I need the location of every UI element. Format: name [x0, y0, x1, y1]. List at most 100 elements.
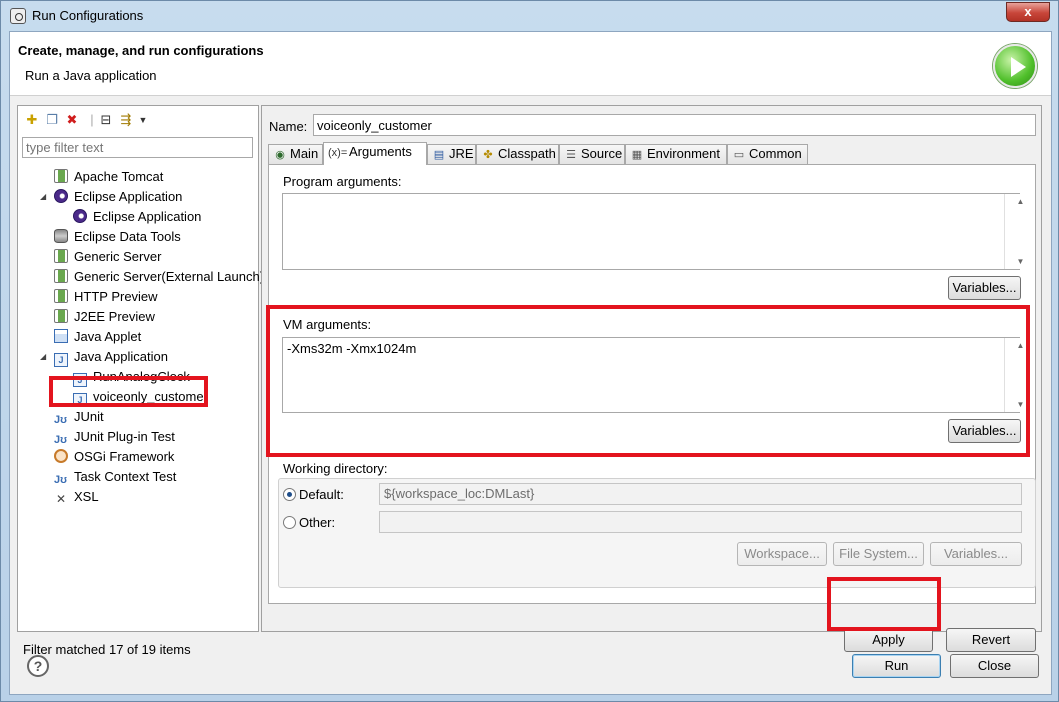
- tab-label: Environment: [647, 146, 720, 161]
- tree-item[interactable]: OSGi Framework: [54, 447, 174, 467]
- program-arguments-label: Program arguments:: [283, 174, 402, 189]
- working-directory-label: Working directory:: [283, 461, 388, 476]
- tree-item-label: Eclipse Data Tools: [74, 229, 181, 244]
- tab-common[interactable]: ▭ Common: [727, 144, 808, 164]
- tree-item-label: JUnit: [74, 409, 104, 424]
- tree-item-label: Java Applet: [74, 329, 142, 344]
- program-arguments-textarea[interactable]: [282, 193, 1020, 270]
- configuration-editor: Name: ◉ Main (x)=Arguments ▤ JRE ✤ Classpat…: [261, 105, 1042, 652]
- scroll-down-icon[interactable]: ▼: [1013, 257, 1029, 266]
- scroll-up-icon[interactable]: ▲: [1013, 341, 1029, 350]
- tree-item[interactable]: HTTP Preview: [54, 287, 158, 307]
- name-label: Name:: [269, 119, 308, 134]
- tree-item[interactable]: ✕ XSL: [54, 487, 99, 507]
- tree-item[interactable]: Jʊ JUnit: [54, 407, 104, 427]
- program-variables-button[interactable]: Variables...: [948, 276, 1021, 300]
- other-radio[interactable]: [283, 516, 296, 529]
- java-app-icon: J: [73, 373, 87, 387]
- junit-icon: Jʊ: [54, 434, 67, 446]
- configuration-list-pane: ✚ ❐ ✖ | ⊟ ⇶ ▼ Apache Tomcat ◢ Eclipse Appl…: [17, 105, 264, 657]
- tree-item-label: XSL: [74, 489, 99, 504]
- tree-item-label: Eclipse Application: [74, 189, 183, 204]
- other-directory-field[interactable]: [379, 511, 1022, 533]
- name-input[interactable]: [313, 114, 1036, 136]
- classpath-tab-icon: ✤: [483, 149, 493, 161]
- working-dir-variables-button[interactable]: Variables...: [930, 542, 1022, 566]
- tree-item-label: Apache Tomcat: [74, 169, 164, 184]
- eclipse-settings-icon: [10, 8, 26, 24]
- tab-jre[interactable]: ▤ JRE: [427, 144, 476, 164]
- applet-icon: [54, 329, 68, 343]
- tree-item[interactable]: ◢ J Java Application: [40, 347, 168, 367]
- workspace-button[interactable]: Workspace...: [737, 542, 827, 566]
- duplicate-icon[interactable]: ❐: [44, 112, 60, 128]
- scroll-up-icon[interactable]: ▲: [1013, 197, 1029, 206]
- vm-arguments-scrollbar[interactable]: ▲ ▼: [1004, 338, 1024, 412]
- tree-item[interactable]: Java Applet: [54, 327, 141, 347]
- arguments-tab-content: Program arguments: ▲ ▼ Variables... VM ar…: [268, 164, 1036, 604]
- filter-input[interactable]: [22, 137, 253, 158]
- tree-item[interactable]: ◢ Eclipse Application: [40, 187, 183, 207]
- dialog-header: Create, manage, and run configurations R…: [10, 32, 1051, 96]
- tab-label: Common: [749, 146, 802, 161]
- delete-icon[interactable]: ✖: [64, 112, 80, 128]
- tab-label: JRE: [449, 146, 474, 161]
- configuration-toolbar: ✚ ❐ ✖ | ⊟ ⇶ ▼: [22, 110, 252, 130]
- expand-arrow-icon[interactable]: ◢: [40, 347, 48, 367]
- scroll-down-icon[interactable]: ▼: [1013, 400, 1029, 409]
- run-icon: [993, 44, 1037, 88]
- dialog-client: Create, manage, and run configurations R…: [9, 31, 1052, 695]
- database-icon: [54, 229, 68, 243]
- java-app-icon: J: [54, 353, 68, 367]
- tab-environment[interactable]: ▦ Environment: [625, 144, 727, 164]
- revert-button[interactable]: Revert: [946, 628, 1036, 652]
- help-icon[interactable]: ?: [27, 655, 49, 677]
- tree-item[interactable]: Jʊ Task Context Test: [54, 467, 176, 487]
- tree-item[interactable]: Generic Server: [54, 247, 161, 267]
- expand-arrow-icon[interactable]: ◢: [40, 187, 48, 207]
- server-icon: [54, 169, 68, 183]
- tree-item[interactable]: J2EE Preview: [54, 307, 155, 327]
- run-button[interactable]: Run: [852, 654, 941, 678]
- tab-arguments[interactable]: (x)= Arguments: [323, 142, 427, 165]
- collapse-all-icon[interactable]: ⊟: [98, 112, 114, 128]
- environment-tab-icon: ▦: [631, 149, 643, 161]
- tab-label: Source: [581, 146, 623, 161]
- default-radio[interactable]: [283, 488, 296, 501]
- vm-arguments-textarea[interactable]: -Xms32m -Xmx1024m: [282, 337, 1020, 413]
- tab-label: Arguments: [349, 144, 412, 159]
- vm-variables-button[interactable]: Variables...: [948, 419, 1021, 443]
- tab-classpath[interactable]: ✤ Classpath: [476, 144, 559, 164]
- window-close-button[interactable]: x: [1006, 2, 1050, 22]
- apply-button[interactable]: Apply: [844, 628, 933, 652]
- tab-source[interactable]: ☰ Source: [559, 144, 625, 164]
- tree-item[interactable]: Generic Server(External Launch): [54, 267, 264, 287]
- tree-item[interactable]: Jʊ JUnit Plug-in Test: [54, 427, 175, 447]
- window-title: Run Configurations: [32, 8, 144, 23]
- tree-item[interactable]: J RunAnalogClock: [73, 367, 190, 387]
- tree-item-label: Generic Server: [74, 249, 162, 264]
- new-configuration-icon[interactable]: ✚: [24, 112, 40, 128]
- tree-item[interactable]: Eclipse Application: [73, 207, 201, 227]
- default-directory-field: ${workspace_loc:DMLast}: [379, 483, 1022, 505]
- tab-main[interactable]: ◉ Main: [268, 144, 323, 164]
- tree-item[interactable]: Apache Tomcat: [54, 167, 163, 187]
- server-icon: [54, 289, 68, 303]
- filter-status: Filter matched 17 of 19 items: [23, 642, 191, 657]
- working-directory-group: Default: ${workspace_loc:DMLast} Other: …: [278, 478, 1036, 588]
- server-icon: [54, 269, 68, 283]
- tree-item-label: Eclipse Application: [93, 209, 202, 224]
- junit-icon: Jʊ: [54, 414, 67, 426]
- other-label: Other:: [299, 515, 336, 530]
- chevron-down-icon[interactable]: ▼: [135, 112, 151, 128]
- file-system-button[interactable]: File System...: [833, 542, 924, 566]
- filter-icon[interactable]: ⇶: [118, 112, 134, 128]
- tree-item-label: Task Context Test: [74, 469, 177, 484]
- server-icon: [54, 309, 68, 323]
- vm-arguments-label: VM arguments:: [283, 317, 372, 332]
- tree-item[interactable]: Eclipse Data Tools: [54, 227, 181, 247]
- tree-item-selected[interactable]: Jvoiceonly_customer: [73, 387, 208, 407]
- dialog-title: Create, manage, and run configurations: [18, 43, 264, 58]
- close-button[interactable]: Close: [950, 654, 1039, 678]
- program-arguments-scrollbar[interactable]: ▲ ▼: [1004, 194, 1024, 269]
